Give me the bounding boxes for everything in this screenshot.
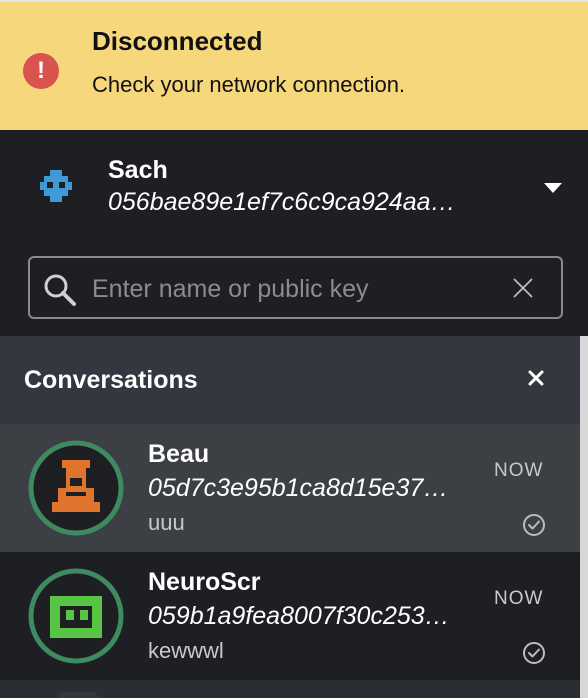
profile-name: Sach — [108, 156, 168, 184]
close-icon[interactable] — [528, 370, 544, 386]
profile-public-key: 056bae89e1ef7c6c9ca924aa… — [108, 188, 456, 216]
conversation-avatar — [28, 568, 124, 664]
conversations-header: Conversations — [0, 336, 580, 424]
conversation-time: NOW — [494, 460, 544, 481]
search-input[interactable] — [90, 266, 514, 312]
banner-message: Check your network connection. — [92, 72, 406, 97]
profile-header: Sach 056bae89e1ef7c6c9ca924aa… — [0, 130, 588, 336]
close-icon[interactable] — [511, 276, 535, 300]
conversation-preview: kewwwl — [148, 638, 224, 663]
conversation-name: Beau — [148, 440, 210, 468]
next-row-peek — [58, 692, 98, 698]
scrollbar[interactable] — [580, 336, 588, 698]
chevron-down-icon[interactable] — [544, 183, 562, 193]
profile-avatar[interactable] — [38, 168, 74, 204]
conversation-public-key: 059b1a9fea8007f30c253… — [148, 602, 450, 630]
check-circle-icon — [523, 514, 545, 536]
conversations-title: Conversations — [24, 366, 198, 394]
conversation-avatar — [28, 440, 124, 536]
check-circle-icon — [523, 642, 545, 664]
search-box[interactable] — [28, 256, 563, 319]
conversation-preview: uuu — [148, 510, 185, 535]
conversation-time: NOW — [494, 588, 544, 609]
alert-icon: ! — [23, 53, 59, 89]
network-banner: ! Disconnected Check your network connec… — [0, 0, 588, 130]
conversation-row[interactable]: Beau 05d7c3e95b1ca8d15e37… uuu NOW — [0, 424, 580, 552]
conversation-row[interactable]: NeuroScr 059b1a9fea8007f30c253… kewwwl N… — [0, 552, 580, 680]
conversations-panel: Conversations Beau 05d7c3e95b1ca8d15e37…… — [0, 336, 588, 698]
search-icon — [44, 274, 76, 306]
conversation-public-key: 05d7c3e95b1ca8d15e37… — [148, 474, 449, 502]
conversation-name: NeuroScr — [148, 568, 261, 596]
banner-title: Disconnected — [92, 26, 263, 56]
